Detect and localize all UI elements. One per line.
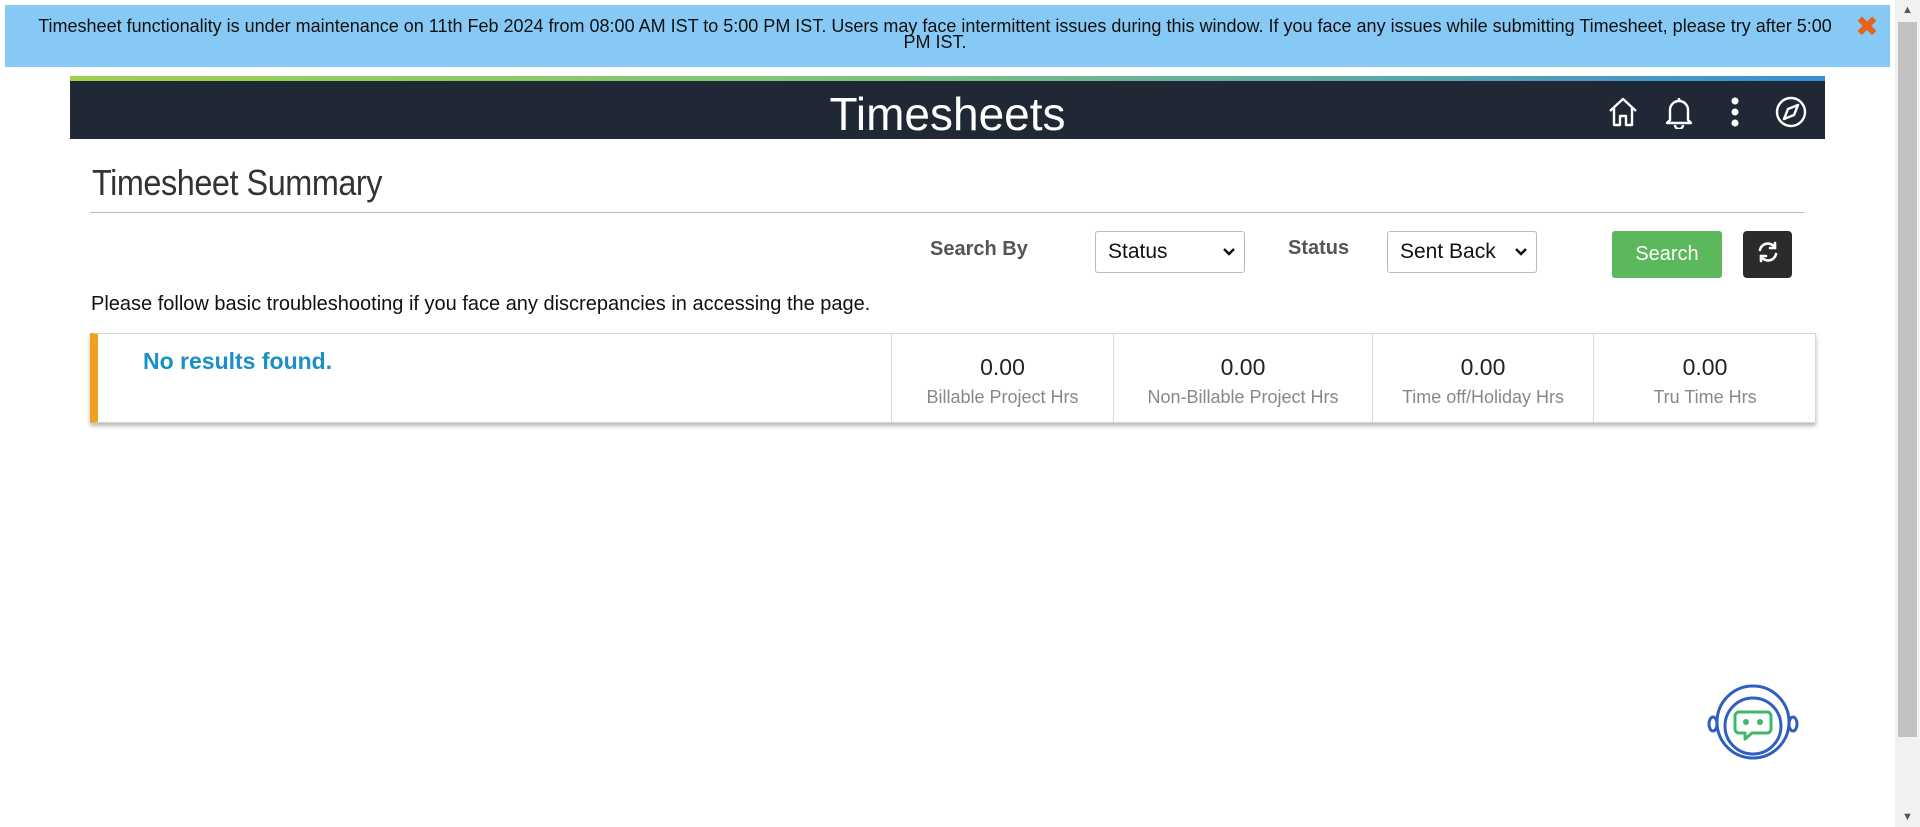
status-label: Status (1288, 237, 1350, 259)
app-header: Timesheets (70, 76, 1825, 140)
metric-label: Tru Time Hrs (1653, 387, 1757, 407)
metric-value: 0.00 (1220, 354, 1266, 380)
metric-label: Non-Billable Project Hrs (1147, 387, 1339, 407)
refresh-button[interactable] (1743, 231, 1792, 278)
metric-value: 0.00 (980, 354, 1025, 380)
search-by-label: Search By (930, 238, 1028, 260)
scroll-thumb[interactable] (1898, 22, 1917, 737)
metric-label: Time off/Holiday Hrs (1401, 387, 1565, 407)
results-card: No results found. 0.00 Billable Project … (90, 333, 1816, 423)
close-icon[interactable]: ✖ (1854, 13, 1880, 41)
home-icon[interactable] (1605, 94, 1641, 130)
refresh-icon (1756, 240, 1780, 269)
search-by-select[interactable]: Status (1095, 231, 1245, 273)
chevron-down-icon (1514, 232, 1528, 287)
status-value: Sent Back (1400, 240, 1496, 263)
metric-tru-time: 0.00 Tru Time Hrs (1593, 334, 1816, 422)
chevron-down-icon (1222, 232, 1236, 287)
header-accent-bar (70, 76, 1825, 81)
scroll-up-arrow-icon[interactable]: ▲ (1895, 0, 1920, 20)
metric-non-billable: 0.00 Non-Billable Project Hrs (1113, 334, 1372, 422)
metric-value: 0.00 (1682, 354, 1728, 380)
more-vertical-icon[interactable] (1717, 94, 1753, 130)
chatbot-icon[interactable] (1706, 684, 1800, 764)
no-results-message: No results found. (143, 348, 333, 374)
status-select[interactable]: Sent Back (1387, 231, 1537, 273)
search-by-value: Status (1108, 240, 1168, 263)
search-button[interactable]: Search (1612, 231, 1722, 278)
banner-message: Timesheet functionality is under mainten… (38, 16, 1832, 52)
app-title: Timesheets (829, 88, 1066, 140)
metric-label: Billable Project Hrs (926, 387, 1079, 407)
metric-value: 0.00 (1460, 354, 1506, 380)
scroll-down-arrow-icon[interactable]: ▼ (1895, 807, 1920, 827)
maintenance-banner: Timesheet functionality is under mainten… (5, 5, 1890, 67)
metric-time-off: 0.00 Time off/Holiday Hrs (1372, 334, 1593, 422)
troubleshooting-note: Please follow basic troubleshooting if y… (91, 293, 871, 315)
title-divider (90, 212, 1804, 213)
bell-icon[interactable] (1661, 94, 1697, 130)
metric-billable: 0.00 Billable Project Hrs (891, 334, 1113, 422)
page-title: Timesheet Summary (92, 162, 383, 203)
page-scrollbar[interactable]: ▲ ▼ (1895, 0, 1920, 827)
header-icons (1605, 92, 1809, 132)
compass-icon[interactable] (1773, 94, 1809, 130)
